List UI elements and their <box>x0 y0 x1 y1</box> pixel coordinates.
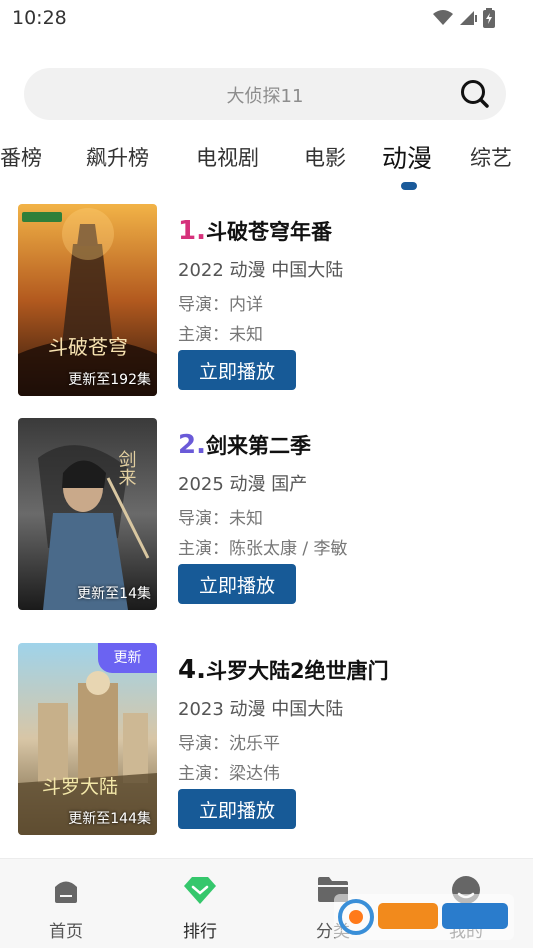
play-button[interactable]: 立即播放 <box>178 564 296 604</box>
title-text: 斗破苍穹年番 <box>205 220 332 244</box>
tab-hot[interactable]: 番榜 <box>0 142 42 172</box>
poster-title-art: 剑来 <box>116 450 137 486</box>
poster-art: 斗破苍穹 <box>18 204 157 396</box>
play-button[interactable]: 立即播放 <box>178 789 296 829</box>
tab-anime[interactable]: 动漫 <box>382 139 432 175</box>
signal-icon <box>460 11 477 25</box>
search-bar[interactable]: 大侦探11 <box>24 68 506 120</box>
wifi-icon <box>433 10 453 25</box>
poster-image[interactable]: 斗破苍穹 更新至192集 <box>18 204 157 396</box>
item-title[interactable]: 2.剑来第二季 <box>178 430 311 460</box>
rank-number: 1. <box>178 216 206 246</box>
poster-image[interactable]: 斗罗大陆 更新 更新至144集 <box>18 643 157 835</box>
nav-ranking[interactable]: 排行 <box>150 859 250 948</box>
play-button[interactable]: 立即播放 <box>178 350 296 390</box>
watermark-logo <box>334 894 514 940</box>
rank-number: 2. <box>178 430 206 460</box>
poster-caption: 更新至14集 <box>77 586 151 602</box>
tab-variety[interactable]: 综艺 <box>470 142 512 172</box>
item-meta: 2022 动漫 中国大陆 <box>178 260 344 281</box>
item-director: 导演：沈乐平 <box>178 734 280 754</box>
list-item[interactable]: 剑来 更新至14集 2.剑来第二季 2025 动漫 国产 导演：未知 主演：陈张… <box>0 418 533 618</box>
tab-indicator <box>401 182 417 190</box>
status-icons <box>433 8 495 28</box>
tab-tv[interactable]: 电视剧 <box>196 142 259 172</box>
item-meta: 2025 动漫 国产 <box>178 474 308 495</box>
item-actors: 主演：未知 <box>178 325 263 345</box>
item-title[interactable]: 1.斗破苍穹年番 <box>178 216 332 246</box>
home-icon <box>55 881 77 903</box>
title-text: 斗罗大陆2绝世唐门 <box>205 659 389 683</box>
search-input[interactable]: 大侦探11 <box>24 82 506 108</box>
category-tabs: 番榜 飙升榜 电视剧 电影 动漫 综艺 <box>0 136 533 196</box>
status-bar: 10:28 <box>0 0 533 38</box>
tab-movie[interactable]: 电影 <box>304 142 346 172</box>
item-meta: 2023 动漫 中国大陆 <box>178 699 344 720</box>
item-director: 导演：内详 <box>178 295 263 315</box>
item-actors: 主演：梁达伟 <box>178 764 280 784</box>
nav-home[interactable]: 首页 <box>16 859 116 948</box>
title-text: 剑来第二季 <box>205 434 311 458</box>
tab-rising[interactable]: 飙升榜 <box>86 142 149 172</box>
ranking-icon <box>184 877 216 904</box>
battery-icon <box>483 8 495 28</box>
poster-title-art: 斗破苍穹 <box>48 335 128 359</box>
poster-caption: 更新至192集 <box>68 372 151 388</box>
nav-home-label: 首页 <box>49 922 83 942</box>
update-badge: 更新 <box>98 643 157 673</box>
nav-ranking-label: 排行 <box>183 922 217 942</box>
poster-title-art: 斗罗大陆 <box>42 776 118 798</box>
search-icon[interactable] <box>460 79 490 109</box>
list-item[interactable]: 斗破苍穹 更新至192集 1.斗破苍穹年番 2022 动漫 中国大陆 导演：内详… <box>0 204 533 404</box>
list-item[interactable]: 斗罗大陆 更新 更新至144集 4.斗罗大陆2绝世唐门 2023 动漫 中国大陆… <box>0 643 533 843</box>
poster-art: 剑来 <box>18 418 157 610</box>
status-time: 10:28 <box>12 7 67 29</box>
poster-image[interactable]: 剑来 更新至14集 <box>18 418 157 610</box>
item-actors: 主演：陈张太康 / 李敏 <box>178 539 348 559</box>
item-director: 导演：未知 <box>178 509 263 529</box>
poster-caption: 更新至144集 <box>68 811 151 827</box>
rank-number: 4. <box>178 655 206 685</box>
item-title[interactable]: 4.斗罗大陆2绝世唐门 <box>178 655 389 685</box>
